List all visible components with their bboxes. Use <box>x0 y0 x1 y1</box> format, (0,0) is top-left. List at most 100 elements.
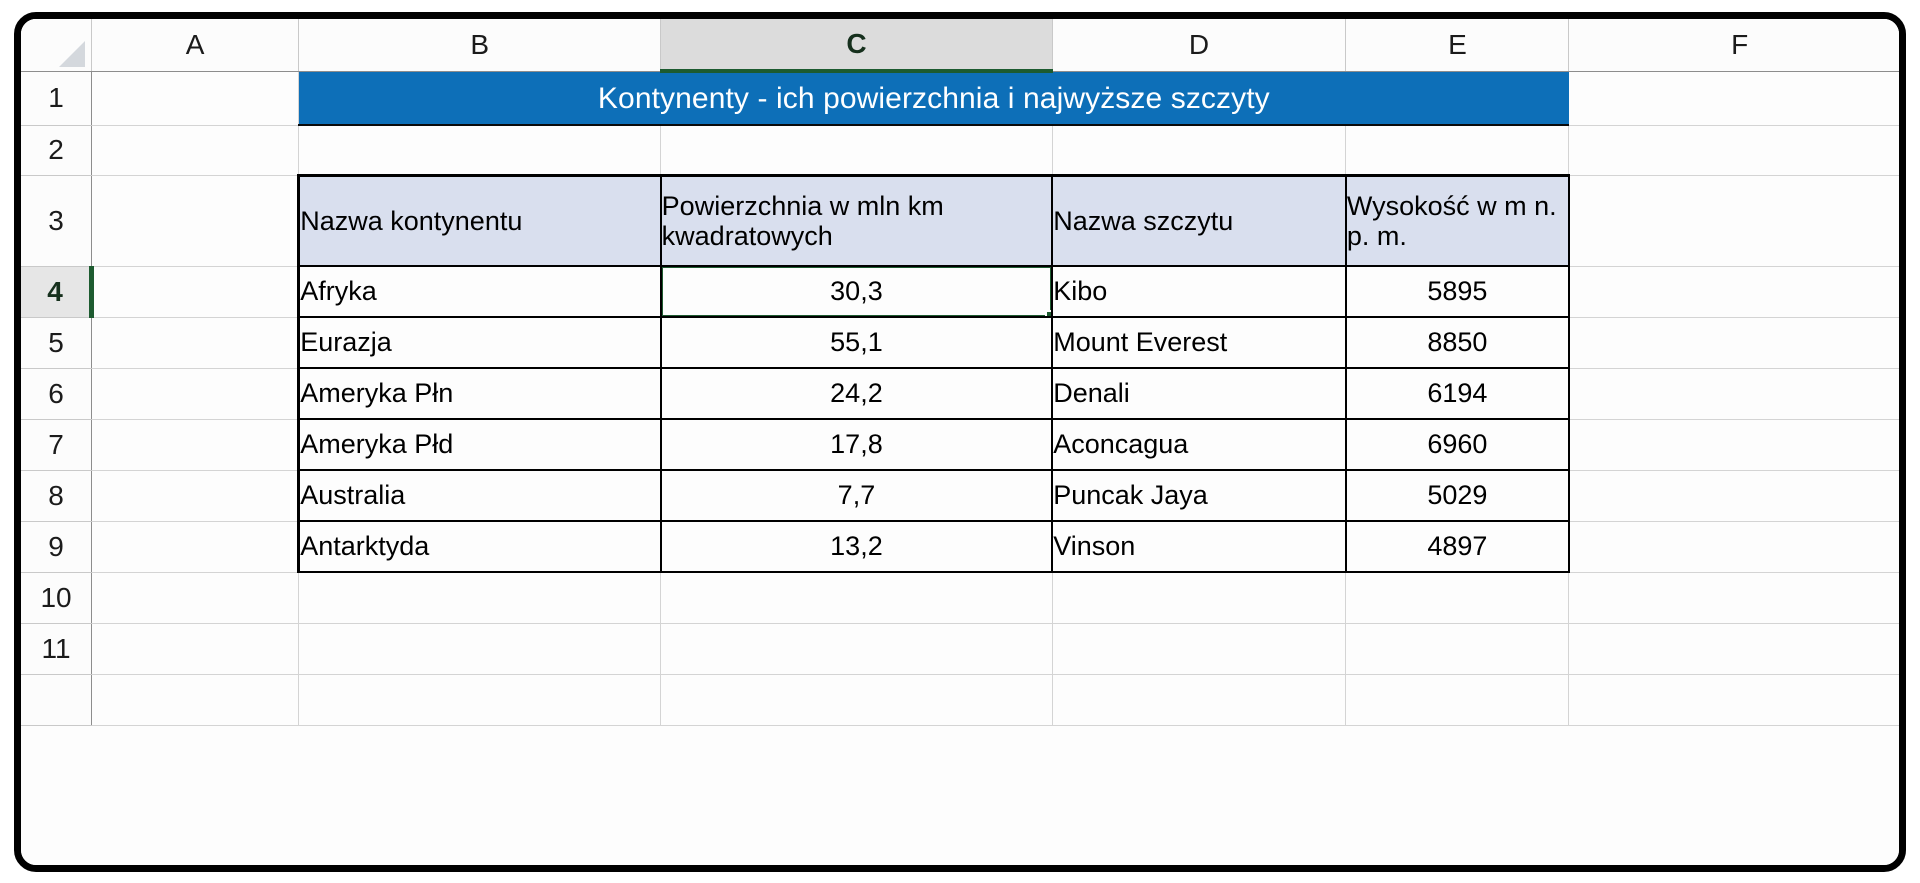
column-header-f[interactable]: F <box>1568 19 1899 72</box>
cell-b2[interactable] <box>298 125 662 176</box>
cell-d6-peak[interactable]: Denali <box>1052 368 1347 420</box>
cell-f2[interactable] <box>1568 125 1899 176</box>
row-header-9[interactable]: 9 <box>21 521 93 573</box>
worksheet-grid[interactable]: A B C D E F 1 Kontynenty - ich powierzch… <box>21 19 1899 865</box>
sheet-row-3: 3 Nazwa kontynentu Powierzchnia w mln km… <box>21 173 1899 267</box>
cell-c5-area[interactable]: 55,1 <box>660 317 1054 369</box>
cell-b6-continent[interactable]: Ameryka Płn <box>297 368 662 420</box>
cell-f10[interactable] <box>1568 572 1899 624</box>
table-row: 5 Eurazja 55,1 Mount Everest 8850 <box>21 317 1899 369</box>
cell-b4-continent[interactable]: Afryka <box>297 266 662 318</box>
row-header-5[interactable]: 5 <box>21 317 93 369</box>
cell-f1[interactable] <box>1568 71 1899 126</box>
row-header-3[interactable]: 3 <box>21 175 93 267</box>
table-header-continent-name[interactable]: Nazwa kontynentu <box>297 173 662 267</box>
cell-b12[interactable] <box>298 674 662 726</box>
cell-c10[interactable] <box>660 572 1053 624</box>
cell-a9[interactable] <box>91 521 300 573</box>
cell-d5-peak[interactable]: Mount Everest <box>1052 317 1347 369</box>
cell-c11[interactable] <box>660 623 1053 675</box>
column-header-d[interactable]: D <box>1052 19 1347 72</box>
cell-d9-peak[interactable]: Vinson <box>1052 521 1347 573</box>
sheet-table: A B C D E F 1 Kontynenty - ich powierzch… <box>21 19 1899 726</box>
cell-a3[interactable] <box>91 175 300 267</box>
cell-e2[interactable] <box>1345 125 1570 176</box>
cell-d11[interactable] <box>1052 623 1347 675</box>
row-header-11[interactable]: 11 <box>21 623 93 675</box>
cell-d8-peak[interactable]: Puncak Jaya <box>1052 470 1347 522</box>
table-row: 6 Ameryka Płn 24,2 Denali 6194 <box>21 368 1899 420</box>
cell-e8-height[interactable]: 5029 <box>1345 470 1570 522</box>
column-header-e[interactable]: E <box>1345 19 1570 72</box>
row-header-10[interactable]: 10 <box>21 572 93 624</box>
cell-c2[interactable] <box>660 125 1053 176</box>
cell-c8-area[interactable]: 7,7 <box>660 470 1054 522</box>
sheet-row-1: 1 Kontynenty - ich powierzchnia i najwyż… <box>21 70 1899 126</box>
cell-e12[interactable] <box>1345 674 1570 726</box>
cell-b8-continent[interactable]: Australia <box>297 470 662 522</box>
column-header-b[interactable]: B <box>298 19 662 72</box>
cell-a4[interactable] <box>91 266 300 318</box>
cell-f6[interactable] <box>1568 368 1899 420</box>
cell-d7-peak[interactable]: Aconcagua <box>1052 419 1347 471</box>
cell-a6[interactable] <box>91 368 300 420</box>
cell-d4-peak[interactable]: Kibo <box>1052 266 1347 318</box>
row-header-8[interactable]: 8 <box>21 470 93 522</box>
cell-e5-height[interactable]: 8850 <box>1345 317 1570 369</box>
cell-f9[interactable] <box>1568 521 1899 573</box>
cell-a2[interactable] <box>91 125 300 176</box>
row-header-6[interactable]: 6 <box>21 368 93 420</box>
cell-e10[interactable] <box>1345 572 1570 624</box>
row-header-1[interactable]: 1 <box>21 71 93 126</box>
cell-c6-area[interactable]: 24,2 <box>660 368 1054 420</box>
cell-a11[interactable] <box>91 623 300 675</box>
table-row: 8 Australia 7,7 Puncak Jaya 5029 <box>21 470 1899 522</box>
cell-a12[interactable] <box>91 674 300 726</box>
table-header-peak-name[interactable]: Nazwa szczytu <box>1052 173 1347 267</box>
cell-f8[interactable] <box>1568 470 1899 522</box>
column-header-a[interactable]: A <box>91 19 300 72</box>
cell-c9-area[interactable]: 13,2 <box>660 521 1054 573</box>
row-header-4[interactable]: 4 <box>21 266 95 318</box>
cell-f5[interactable] <box>1568 317 1899 369</box>
cell-b10[interactable] <box>298 572 662 624</box>
cell-b11[interactable] <box>298 623 662 675</box>
cell-c4-area-active[interactable]: 30,3 <box>660 266 1054 318</box>
column-header-c[interactable]: C <box>660 19 1053 73</box>
cell-f4[interactable] <box>1568 266 1899 318</box>
cell-d10[interactable] <box>1052 572 1347 624</box>
table-header-area[interactable]: Powierzchnia w mln km kwadratowych <box>660 173 1054 267</box>
cell-a8[interactable] <box>91 470 300 522</box>
column-header-row: A B C D E F <box>21 19 1899 73</box>
row-header-2[interactable]: 2 <box>21 125 93 176</box>
cell-c7-area[interactable]: 17,8 <box>660 419 1054 471</box>
cell-f12[interactable] <box>1568 674 1899 726</box>
row-header-7[interactable]: 7 <box>21 419 93 471</box>
cell-a1[interactable] <box>91 71 300 126</box>
select-all-triangle-icon <box>59 40 86 67</box>
table-row: 7 Ameryka Płd 17,8 Aconcagua 6960 <box>21 419 1899 471</box>
cell-c12[interactable] <box>660 674 1053 726</box>
cell-d12[interactable] <box>1052 674 1347 726</box>
cell-f7[interactable] <box>1568 419 1899 471</box>
cell-a5[interactable] <box>91 317 300 369</box>
cell-b5-continent[interactable]: Eurazja <box>297 317 662 369</box>
cell-f11[interactable] <box>1568 623 1899 675</box>
table-header-height[interactable]: Wysokość w m n. p. m. <box>1345 173 1570 267</box>
cell-e11[interactable] <box>1345 623 1570 675</box>
cell-e9-height[interactable]: 4897 <box>1345 521 1570 573</box>
cell-d2[interactable] <box>1052 125 1347 176</box>
fill-handle[interactable] <box>1045 310 1051 315</box>
cell-e4-height[interactable]: 5895 <box>1345 266 1570 318</box>
title-banner-b1-e1[interactable]: Kontynenty - ich powierzchnia i najwyższ… <box>298 70 1570 126</box>
sheet-row-11: 11 <box>21 623 1899 675</box>
cell-a10[interactable] <box>91 572 300 624</box>
select-all-corner[interactable] <box>21 19 93 72</box>
cell-b9-continent[interactable]: Antarktyda <box>297 521 662 573</box>
cell-e7-height[interactable]: 6960 <box>1345 419 1570 471</box>
cell-a7[interactable] <box>91 419 300 471</box>
cell-f3[interactable] <box>1568 175 1899 267</box>
cell-e6-height[interactable]: 6194 <box>1345 368 1570 420</box>
cell-b7-continent[interactable]: Ameryka Płd <box>297 419 662 471</box>
row-header-12[interactable] <box>21 674 93 726</box>
